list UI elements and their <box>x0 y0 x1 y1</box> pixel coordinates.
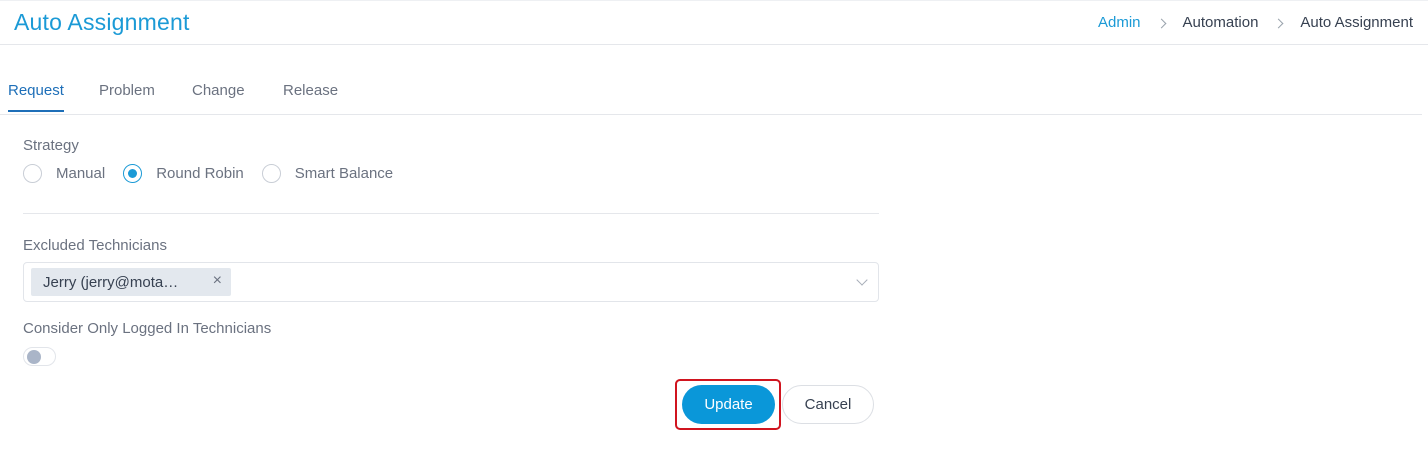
radio-round-robin[interactable] <box>123 164 143 183</box>
tab-problem[interactable]: Problem <box>99 82 155 109</box>
radio-smart-balance-label: Smart Balance <box>294 165 394 182</box>
update-button[interactable]: Update <box>682 385 775 424</box>
breadcrumb-automation[interactable]: Automation <box>1183 14 1259 31</box>
close-icon[interactable]: × <box>213 273 222 289</box>
breadcrumb-admin-link[interactable]: Admin <box>1098 14 1141 31</box>
chevron-right-icon <box>1156 18 1166 29</box>
excluded-technicians-label: Excluded Technicians <box>23 237 167 254</box>
module-tabs: Request Problem Change Release <box>0 70 1422 115</box>
radio-manual-label: Manual <box>56 165 106 182</box>
strategy-label: Strategy <box>23 137 79 154</box>
strategy-option-manual[interactable]: Manual <box>23 164 105 183</box>
strategy-radio-group: Manual Round Robin Smart Balance <box>23 164 411 183</box>
toggle-knob <box>27 350 41 364</box>
chevron-right-icon <box>1273 18 1284 29</box>
logged-in-only-label: Consider Only Logged In Technicians <box>23 320 272 337</box>
auto-assignment-page: Auto Assignment Admin Automation Auto As… <box>0 0 1428 473</box>
chevron-down-icon[interactable] <box>856 274 868 286</box>
logged-in-only-toggle[interactable] <box>23 347 56 366</box>
radio-round-robin-label: Round Robin <box>156 165 244 182</box>
tab-request[interactable]: Request <box>8 82 64 112</box>
page-header: Auto Assignment Admin Automation Auto As… <box>0 0 1428 45</box>
technician-chip: Jerry (jerry@mota… × <box>31 268 231 296</box>
radio-smart-balance[interactable] <box>261 164 281 183</box>
cancel-button[interactable]: Cancel <box>782 385 874 424</box>
tab-release[interactable]: Release <box>283 82 338 109</box>
excluded-technicians-select[interactable]: Jerry (jerry@mota… × <box>23 262 879 302</box>
strategy-option-smart-balance[interactable]: Smart Balance <box>261 164 394 183</box>
radio-manual[interactable] <box>23 164 42 183</box>
strategy-option-round-robin[interactable]: Round Robin <box>123 164 244 183</box>
breadcrumb-auto-assignment: Auto Assignment <box>1300 14 1413 31</box>
technician-chip-label: Jerry (jerry@mota… <box>43 273 179 291</box>
page-title: Auto Assignment <box>14 9 190 35</box>
breadcrumb: Admin Automation Auto Assignment <box>1098 14 1413 31</box>
section-divider <box>23 213 879 214</box>
tab-change[interactable]: Change <box>192 82 245 109</box>
